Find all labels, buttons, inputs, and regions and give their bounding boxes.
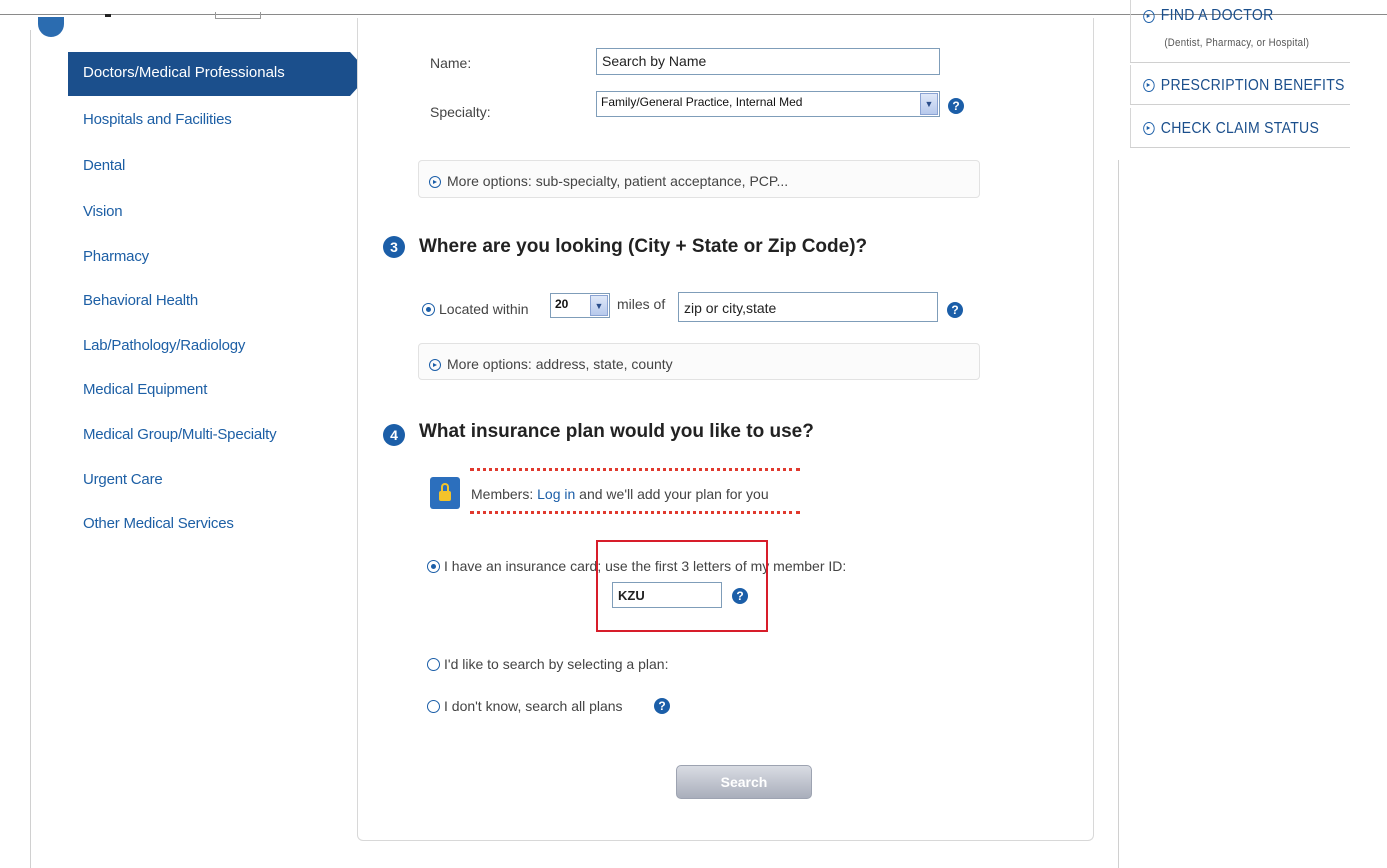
find-doctor-label: FIND A DOCTOR xyxy=(1160,7,1274,24)
chevron-down-icon[interactable]: ▼ xyxy=(920,93,938,115)
prescription-benefits-link[interactable]: PRESCRIPTION BENEFITS xyxy=(1130,65,1350,105)
step-3-badge: 3 xyxy=(383,236,405,258)
find-doctor-link[interactable]: FIND A DOCTOR (Dentist, Pharmacy, or Hos… xyxy=(1130,0,1350,63)
nav-item-vision[interactable]: Vision xyxy=(83,203,123,220)
located-within-row: Located within xyxy=(422,301,529,317)
claim-status-link[interactable]: CHECK CLAIM STATUS xyxy=(1130,108,1350,148)
location-input[interactable]: zip or city,state xyxy=(678,292,938,322)
login-link[interactable]: Log in xyxy=(537,486,575,502)
more-options-specialty[interactable]: More options: sub-specialty, patient acc… xyxy=(418,160,980,198)
expand-icon xyxy=(1143,122,1155,135)
help-icon[interactable]: ? xyxy=(654,698,670,714)
nav-item-behavioral-health[interactable]: Behavioral Health xyxy=(83,292,198,309)
nav-item-hospitals[interactable]: Hospitals and Facilities xyxy=(83,111,232,128)
select-plan-radio[interactable] xyxy=(427,658,440,671)
more-options-location[interactable]: More options: address, state, county xyxy=(418,343,980,380)
specialty-select[interactable]: Family/General Practice, Internal Med ▼ xyxy=(596,91,940,117)
name-input[interactable]: Search by Name xyxy=(596,48,940,75)
top-fragment xyxy=(105,14,111,17)
option-select-plan[interactable]: I'd like to search by selecting a plan: xyxy=(427,656,668,672)
all-plans-radio[interactable] xyxy=(427,700,440,713)
claim-status-label: CHECK CLAIM STATUS xyxy=(1160,120,1320,137)
expand-icon xyxy=(1143,79,1155,92)
name-label: Name: xyxy=(430,55,472,71)
expand-icon xyxy=(1143,10,1155,23)
step-3-title: Where are you looking (City + State or Z… xyxy=(419,236,868,257)
miles-of-label: miles of xyxy=(617,296,666,312)
expand-icon xyxy=(429,359,441,371)
select-plan-label: I'd like to search by selecting a plan: xyxy=(444,656,669,672)
highlight-annotation xyxy=(596,540,768,632)
members-text-suffix: and we'll add your plan for you xyxy=(575,486,769,502)
more-options-label: More options: sub-specialty, patient acc… xyxy=(447,173,789,189)
insurance-card-radio[interactable] xyxy=(427,560,440,573)
specialty-label: Specialty: xyxy=(430,104,491,120)
help-icon[interactable]: ? xyxy=(948,98,964,114)
specialty-value: Family/General Practice, Internal Med xyxy=(601,95,803,109)
nav-item-medical-equipment[interactable]: Medical Equipment xyxy=(83,381,207,398)
step-4-title: What insurance plan would you like to us… xyxy=(419,421,814,442)
nav-item-urgent-care[interactable]: Urgent Care xyxy=(83,471,163,488)
located-within-radio[interactable] xyxy=(422,303,435,316)
right-column-border xyxy=(1118,160,1119,868)
find-doctor-sub: (Dentist, Pharmacy, or Hospital) xyxy=(1164,37,1310,49)
chevron-down-icon[interactable]: ▼ xyxy=(590,295,608,316)
prescription-label: PRESCRIPTION BENEFITS xyxy=(1160,77,1345,94)
step-4-badge: 4 xyxy=(383,424,405,446)
quick-links: FIND A DOCTOR (Dentist, Pharmacy, or Hos… xyxy=(1130,0,1380,152)
nav-item-pharmacy[interactable]: Pharmacy xyxy=(83,248,149,265)
expand-icon xyxy=(429,176,441,188)
nav-item-other[interactable]: Other Medical Services xyxy=(83,515,234,532)
page-left-border xyxy=(30,30,31,868)
located-within-label: Located within xyxy=(439,301,529,317)
login-callout-border-top xyxy=(470,468,800,471)
members-login-text: Members: Log in and we'll add your plan … xyxy=(471,486,769,502)
nav-item-doctors[interactable]: Doctors/Medical Professionals xyxy=(68,52,370,96)
nav-item-dental[interactable]: Dental xyxy=(83,157,125,174)
login-callout-border-bottom xyxy=(470,511,800,514)
nav-item-label: Doctors/Medical Professionals xyxy=(83,64,285,81)
nav-item-lab[interactable]: Lab/Pathology/Radiology xyxy=(83,337,245,354)
top-tab-fragment xyxy=(215,12,261,19)
help-icon[interactable]: ? xyxy=(947,302,963,318)
search-button[interactable]: Search xyxy=(676,765,812,799)
nav-item-medical-group[interactable]: Medical Group/Multi-Specialty xyxy=(83,426,277,443)
miles-select[interactable]: 20 ▼ xyxy=(550,293,610,318)
members-text: Members: xyxy=(471,486,538,502)
provider-type-nav: Doctors/Medical Professionals Hospitals … xyxy=(68,52,370,552)
option-all-plans[interactable]: I don't know, search all plans xyxy=(427,698,623,714)
lock-icon xyxy=(430,477,460,509)
all-plans-label: I don't know, search all plans xyxy=(444,698,623,714)
miles-value: 20 xyxy=(555,297,569,311)
step-badge-icon xyxy=(38,17,64,37)
more-options-label: More options: address, state, county xyxy=(447,356,673,372)
